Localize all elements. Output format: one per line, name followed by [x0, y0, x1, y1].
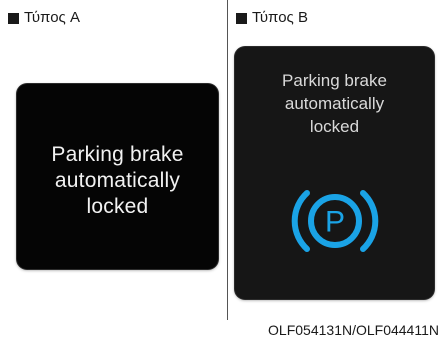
parking-brake-icon: P	[291, 190, 379, 252]
bullet-square-icon	[236, 12, 247, 24]
display-a-message-line: locked	[86, 194, 149, 218]
display-a-message-line: automatically	[54, 168, 181, 192]
display-b-message-line: automatically	[284, 94, 385, 113]
figure-code: OLF054131N/OLF044411N	[268, 322, 439, 338]
cluster-display-a: Parking brake automatically locked	[17, 84, 218, 269]
cluster-display-b: Parking brake automatically locked P	[235, 47, 434, 299]
display-a-message-line: Parking brake	[51, 142, 184, 166]
parking-brake-icon-left-arc	[291, 190, 310, 252]
display-b-message-line: locked	[309, 117, 360, 136]
display-a-message: Parking brake automatically locked	[51, 134, 183, 220]
bullet-square-icon	[8, 12, 19, 24]
display-b-message-line: Parking brake	[282, 71, 387, 90]
display-b-message: Parking brake automatically locked	[235, 69, 434, 138]
panel-a-label: Τύπος A	[8, 8, 80, 28]
panel-divider	[227, 0, 228, 320]
parking-brake-icon-right-arc	[360, 190, 379, 252]
panel-a-label-text: Τύπος A	[24, 9, 80, 26]
parking-brake-icon-letter: P	[325, 206, 345, 239]
panel-b-label-text: Τύπος B	[252, 9, 308, 26]
panel-b-label: Τύπος B	[236, 8, 308, 28]
